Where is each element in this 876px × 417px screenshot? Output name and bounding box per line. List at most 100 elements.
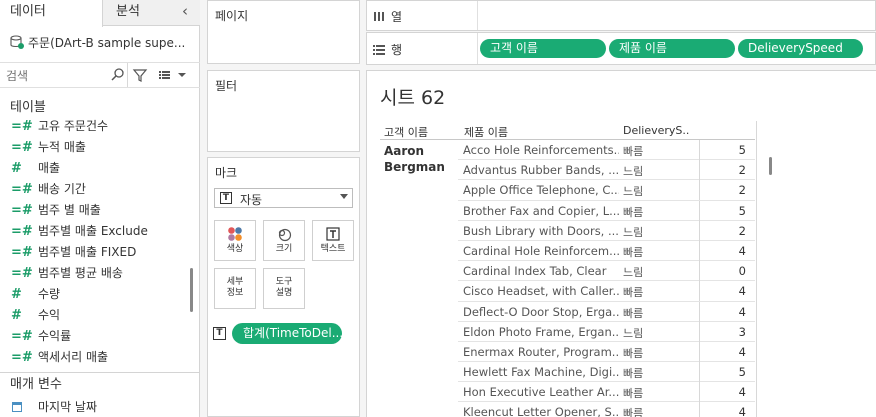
color-button[interactable]: 색상 — [214, 220, 256, 261]
cell-divider — [699, 160, 700, 181]
field-item[interactable]: =# 액세서리 매출 — [0, 347, 200, 368]
shelf-separator — [477, 1, 478, 30]
table-body: Acco Hole Reinforcements... 빠름 5 Advantus … — [458, 140, 755, 417]
measure-icon: # — [11, 287, 22, 302]
datasource-item[interactable]: 주문(DArt-B sample supe... — [0, 28, 200, 58]
header-speed[interactable]: DelieveryS.. — [623, 124, 689, 137]
field-item[interactable]: =# 누적 매출 — [0, 137, 200, 158]
speed-cell: 빠름 — [623, 346, 644, 360]
view-scrollbar[interactable] — [769, 157, 772, 175]
value-cell: 2 — [738, 183, 746, 198]
field-item[interactable]: # 매출 — [0, 158, 200, 179]
text-icon — [326, 227, 340, 241]
chevron-down-icon[interactable] — [177, 67, 187, 83]
measure-icon: =# — [11, 329, 33, 344]
value-cell: 2 — [738, 223, 746, 238]
field-item[interactable]: # 수익 — [0, 305, 200, 326]
product-cell: Brother Fax and Copier, L... — [463, 203, 619, 218]
pages-card[interactable]: 페이지 — [207, 0, 360, 64]
table-row[interactable]: Advantus Rubber Bands, ... 느림 2 — [458, 160, 755, 181]
header-product[interactable]: 제품 이름 — [464, 124, 508, 140]
cards-column: 페이지 필터 마크 T 자동 색상 크기 텍스트 세부 정보 도구 설명 T 합… — [201, 0, 365, 417]
parameter-item[interactable]: 마지막 날짜 — [0, 397, 200, 417]
color-label: 색상 — [226, 244, 244, 254]
size-label: 크기 — [275, 244, 293, 254]
field-label: 범주 별 매출 — [38, 203, 101, 217]
field-item[interactable]: =# 수익률 — [0, 326, 200, 347]
columns-shelf[interactable]: 열 — [366, 0, 876, 31]
customer-cell[interactable]: Aaron Bergman — [384, 143, 445, 175]
parameters-header: 매개 변수 — [0, 372, 200, 396]
field-item[interactable]: =# 범주별 평균 배송 — [0, 263, 200, 284]
table-row[interactable]: Eldon Photo Frame, Ergan... 느림 3 — [458, 321, 755, 342]
speed-cell: 빠름 — [623, 286, 644, 300]
measure-icon: =# — [11, 266, 33, 281]
field-list-scrollbar[interactable] — [190, 268, 193, 312]
field-item[interactable]: =# 고유 주문건수 — [0, 116, 200, 137]
speed-cell: 느림 — [623, 185, 644, 199]
table-row[interactable]: Brother Fax and Copier, L... 빠름 5 — [458, 200, 755, 221]
field-item[interactable]: # 수량 — [0, 284, 200, 305]
sheet-view: 시트 62 고객 이름 제품 이름 DelieveryS.. Aaron Berg… — [366, 70, 876, 417]
measure-icon: =# — [11, 119, 33, 134]
field-item[interactable]: =# 범주별 매출 Exclude — [0, 221, 200, 242]
row-pill-product[interactable]: 제품 이름 — [609, 39, 735, 58]
speed-cell: 빠름 — [623, 245, 644, 259]
field-item[interactable]: =# 배송 기간 — [0, 179, 200, 200]
product-cell: Enermax Router, Program... — [463, 344, 619, 359]
table-row[interactable]: Hon Executive Leather Ar... 빠름 4 — [458, 382, 755, 403]
table-right-border — [756, 121, 757, 417]
field-item[interactable]: =# 범주별 매출 FIXED — [0, 242, 200, 263]
value-cell: 4 — [738, 405, 746, 417]
rows-shelf[interactable]: 행 고객 이름 제품 이름 DelieverySpeed — [366, 32, 876, 65]
tooltip-button[interactable]: 도구 설명 — [263, 268, 305, 309]
product-cell: Cisco Headset, with Caller... — [463, 284, 619, 299]
filters-card[interactable]: 필터 — [207, 70, 360, 152]
field-item[interactable]: =# 범주 별 매출 — [0, 200, 200, 221]
text-mark-icon[interactable]: T — [213, 327, 226, 340]
detail-button[interactable]: 세부 정보 — [214, 268, 256, 309]
table-row[interactable]: Bush Library with Doors, ... 느림 2 — [458, 220, 755, 241]
text-measure-pill[interactable]: 합계(TimeToDel... — [232, 323, 342, 344]
row-pill-customer[interactable]: 고객 이름 — [480, 39, 606, 58]
value-cell: 2 — [738, 163, 746, 178]
mark-type-dropdown[interactable]: T 자동 — [214, 188, 353, 208]
text-mark-icon: T — [220, 192, 232, 204]
table-row[interactable]: Cisco Headset, with Caller... 빠름 4 — [458, 281, 755, 302]
text-label: 텍스트 — [320, 244, 346, 254]
field-list: =# 고유 주문건수 =# 누적 매출 # 매출 =# 배송 기간 =# 범주 별 매출 … — [0, 116, 200, 370]
search-icon[interactable] — [110, 67, 126, 83]
speed-cell: 느림 — [623, 326, 644, 340]
marks-card: 마크 T 자동 색상 크기 텍스트 세부 정보 도구 설명 — [207, 157, 360, 417]
field-label: 매출 — [38, 161, 61, 175]
speed-cell: 빠름 — [623, 387, 644, 401]
collapse-pane-icon[interactable]: ‹ — [182, 2, 188, 20]
table-row[interactable]: Acco Hole Reinforcements... 빠름 5 — [458, 140, 755, 161]
search-input[interactable] — [6, 67, 114, 85]
table-row[interactable]: Hewlett Fax Machine, Digi... 빠름 5 — [458, 362, 755, 383]
field-label: 범주별 평균 배송 — [38, 266, 123, 280]
pane-tabs: 데이터 분석 ‹ — [0, 0, 200, 27]
table-row[interactable]: Cardinal Hole Reinforcem... 빠름 4 — [458, 240, 755, 262]
text-button[interactable]: 텍스트 — [312, 220, 354, 261]
field-label: 수익 — [38, 308, 61, 322]
speed-cell: 빠름 — [623, 205, 644, 219]
row-pill-speed[interactable]: DelieverySpeed — [738, 39, 863, 58]
table-row[interactable]: Deflect-O Door Stop, Erga... 빠름 4 — [458, 301, 755, 322]
table-row[interactable]: Enermax Router, Program... 빠름 4 — [458, 341, 755, 363]
table-row[interactable]: Apple Office Telephone, C... 느림 2 — [458, 180, 755, 201]
field-label: 범주별 매출 FIXED — [38, 245, 137, 259]
sheet-title[interactable]: 시트 62 — [380, 83, 445, 110]
measure-icon: # — [11, 161, 22, 176]
tables-header: 테이블 — [10, 100, 46, 115]
table-row[interactable]: Kleencut Letter Opener, S... 빠름 4 — [458, 402, 755, 417]
filter-icon[interactable] — [132, 67, 148, 83]
value-cell: 4 — [738, 344, 746, 359]
header-customer[interactable]: 고객 이름 — [384, 124, 428, 140]
view-list-icon[interactable] — [157, 67, 173, 83]
marks-field-row: T 합계(TimeToDel... — [213, 323, 353, 345]
size-button[interactable]: 크기 — [263, 220, 305, 261]
table-row[interactable]: Cardinal Index Tab, Clear 느림 0 — [458, 261, 755, 282]
tab-data[interactable]: 데이터 — [0, 0, 103, 27]
tab-analysis[interactable]: 분석 — [104, 0, 174, 26]
